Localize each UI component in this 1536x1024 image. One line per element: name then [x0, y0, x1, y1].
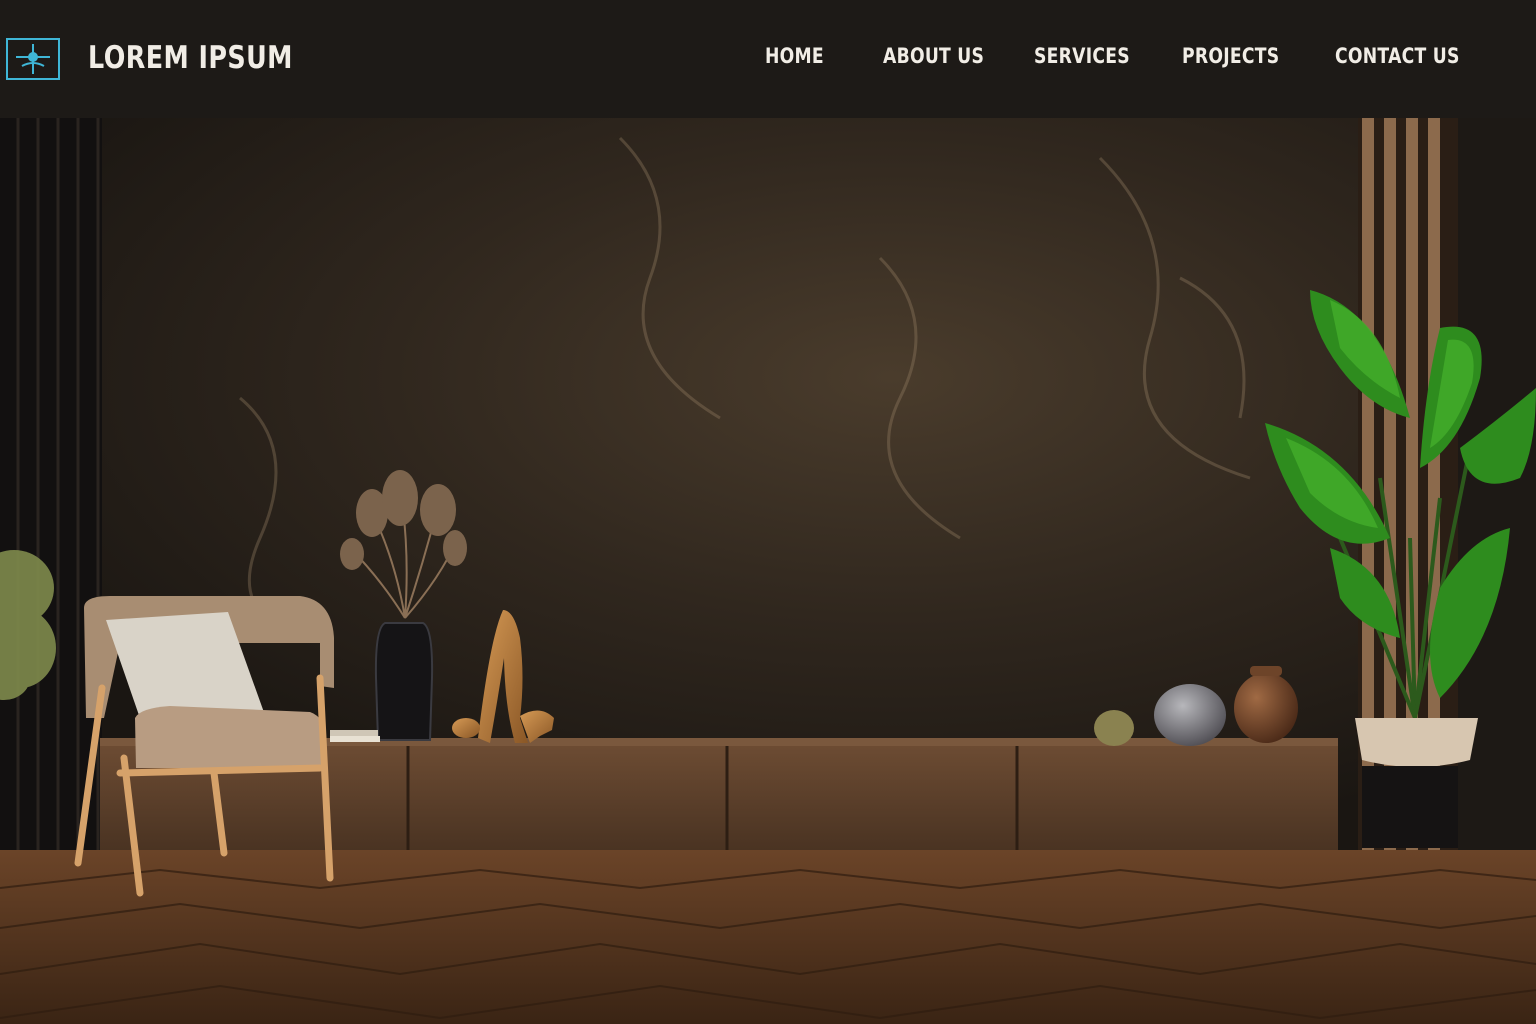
black-vase	[374, 622, 434, 741]
grey-pot	[1154, 684, 1226, 746]
page: LOREM IPSUM HOME ABOUT US SERVICES PROJE…	[0, 0, 1536, 1024]
left-slat-panel	[0, 118, 102, 858]
brand-name[interactable]: LOREM IPSUM	[88, 40, 293, 76]
site-header: LOREM IPSUM HOME ABOUT US SERVICES PROJE…	[0, 0, 1536, 118]
nav-home[interactable]: HOME	[765, 44, 824, 68]
brown-pot	[1234, 673, 1298, 743]
nav-about-us[interactable]: ABOUT US	[883, 44, 984, 68]
nav-contact-us[interactable]: CONTACT US	[1335, 44, 1460, 68]
small-pot	[1094, 710, 1134, 746]
nav-projects[interactable]: PROJECTS	[1182, 44, 1279, 68]
hero-image	[0, 118, 1536, 1024]
herringbone-floor	[0, 850, 1536, 1024]
logo-frame-icon[interactable]	[6, 38, 60, 80]
nav-services[interactable]: SERVICES	[1034, 44, 1130, 68]
planter	[1355, 718, 1478, 767]
